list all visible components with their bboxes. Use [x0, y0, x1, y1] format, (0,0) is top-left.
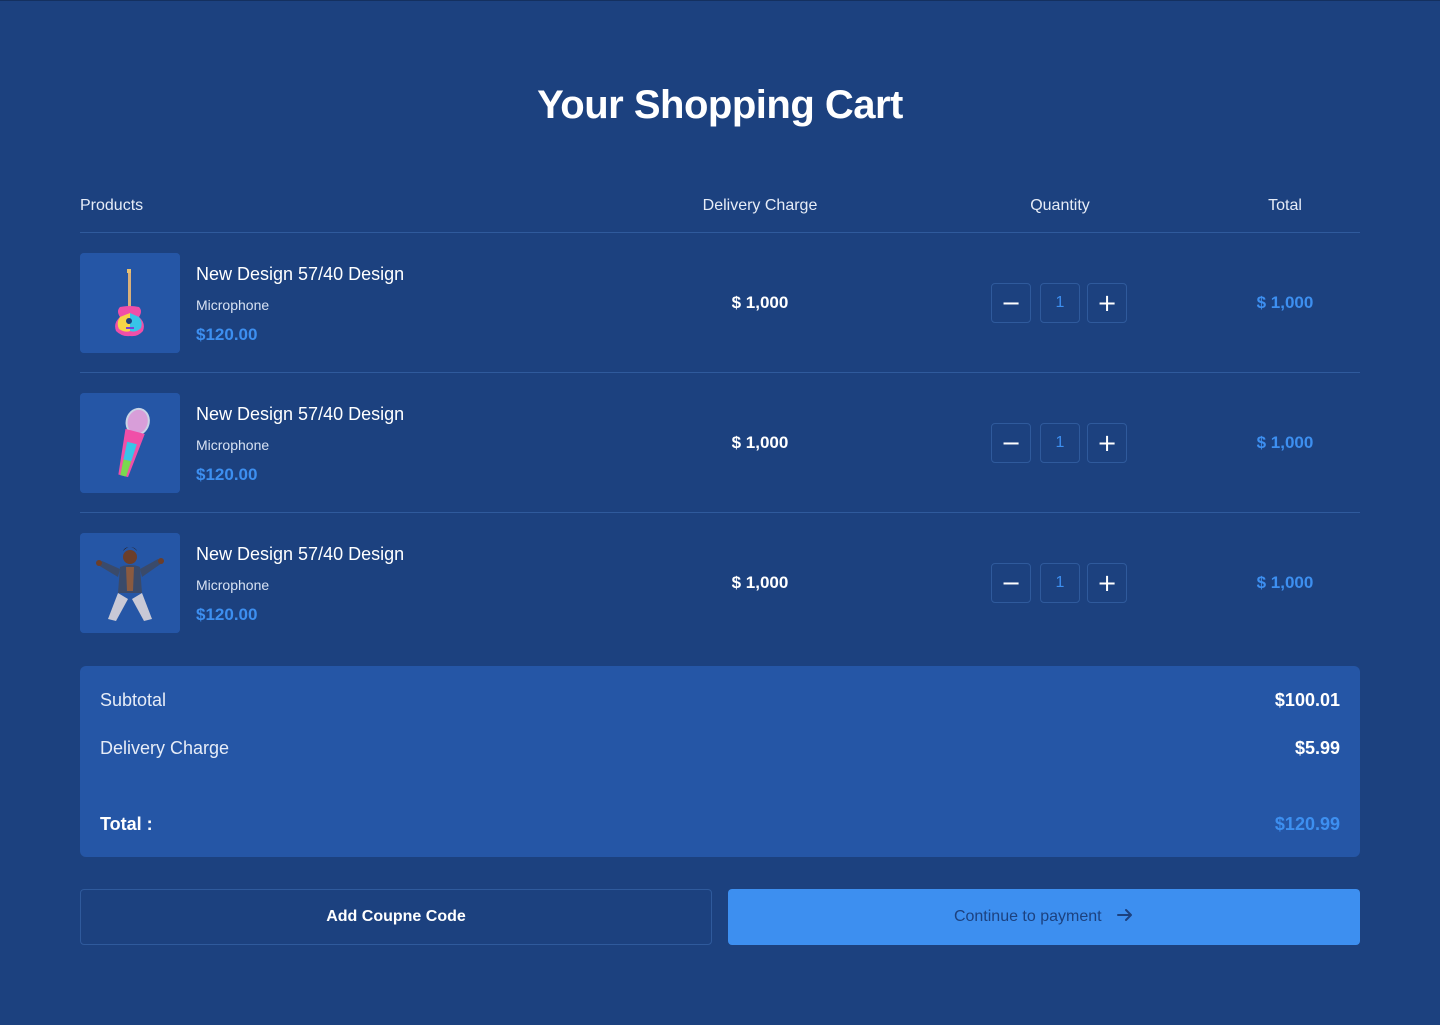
product-name[interactable]: New Design 57/40 Design: [196, 404, 404, 425]
row-total: $ 1,000: [1256, 293, 1314, 312]
product-price: $120.00: [196, 325, 258, 344]
total-label: Total :: [100, 814, 153, 834]
row-total: $ 1,000: [1256, 433, 1314, 452]
order-summary: Subtotal $100.01 Delivery Charge $5.99 T…: [80, 666, 1360, 857]
quantity-value[interactable]: 1: [1040, 423, 1080, 463]
table-row: New Design 57/40 Design Microphone $120.…: [80, 513, 1360, 653]
total-value: $120.99: [1274, 814, 1340, 834]
header-quantity: Quantity: [1030, 197, 1090, 214]
plus-icon: +: [1096, 569, 1118, 597]
row-total: $ 1,000: [1256, 573, 1314, 592]
subtotal-label: Subtotal: [100, 690, 167, 710]
shopping-cart-page: Your Shopping Cart Products Delivery Cha…: [0, 0, 1440, 1025]
guitar-image[interactable]: [80, 253, 180, 353]
product-category: Microphone: [196, 437, 270, 453]
decrease-quantity-button[interactable]: −: [991, 423, 1031, 463]
performer-image[interactable]: [80, 533, 180, 633]
header-total: Total: [1268, 197, 1302, 214]
delivery-charge-label: Delivery Charge: [100, 738, 230, 758]
header-products: Products: [80, 197, 144, 214]
increase-quantity-button[interactable]: +: [1087, 563, 1127, 603]
product-category: Microphone: [196, 297, 270, 313]
minus-icon: −: [1000, 569, 1022, 597]
increase-quantity-button[interactable]: +: [1087, 283, 1127, 323]
product-price: $120.00: [196, 465, 258, 484]
continue-to-payment-label: Continue to payment: [953, 908, 1102, 925]
product-price: $120.00: [196, 605, 258, 624]
table-row: New Design 57/40 Design Microphone $120.…: [80, 373, 1360, 513]
product-category: Microphone: [196, 577, 270, 593]
page-title: Your Shopping Cart: [537, 83, 903, 127]
quantity-value[interactable]: 1: [1040, 563, 1080, 603]
table-header: Products Delivery Charge Quantity Total: [80, 195, 1360, 233]
delivery-charge: $ 1,000: [731, 293, 789, 312]
plus-icon: +: [1096, 429, 1118, 457]
continue-to-payment-button[interactable]: Continue to payment: [728, 889, 1360, 945]
quantity-value[interactable]: 1: [1040, 283, 1080, 323]
decrease-quantity-button[interactable]: −: [991, 283, 1031, 323]
table-row: New Design 57/40 Design Microphone $120.…: [80, 233, 1360, 373]
microphone-image[interactable]: [80, 393, 180, 493]
increase-quantity-button[interactable]: +: [1087, 423, 1127, 463]
product-name[interactable]: New Design 57/40 Design: [196, 264, 404, 285]
delivery-charge-value: $5.99: [1294, 738, 1340, 758]
product-name[interactable]: New Design 57/40 Design: [196, 544, 404, 565]
minus-icon: −: [1000, 289, 1022, 317]
minus-icon: −: [1000, 429, 1022, 457]
subtotal-value: $100.01: [1274, 690, 1340, 710]
arrow-right-icon: [1117, 909, 1133, 922]
add-coupon-button[interactable]: Add Coupne Code: [80, 889, 712, 945]
delivery-charge: $ 1,000: [731, 573, 789, 592]
header-delivery-charge: Delivery Charge: [702, 197, 818, 214]
decrease-quantity-button[interactable]: −: [991, 563, 1031, 603]
plus-icon: +: [1096, 289, 1118, 317]
delivery-charge: $ 1,000: [731, 433, 789, 452]
